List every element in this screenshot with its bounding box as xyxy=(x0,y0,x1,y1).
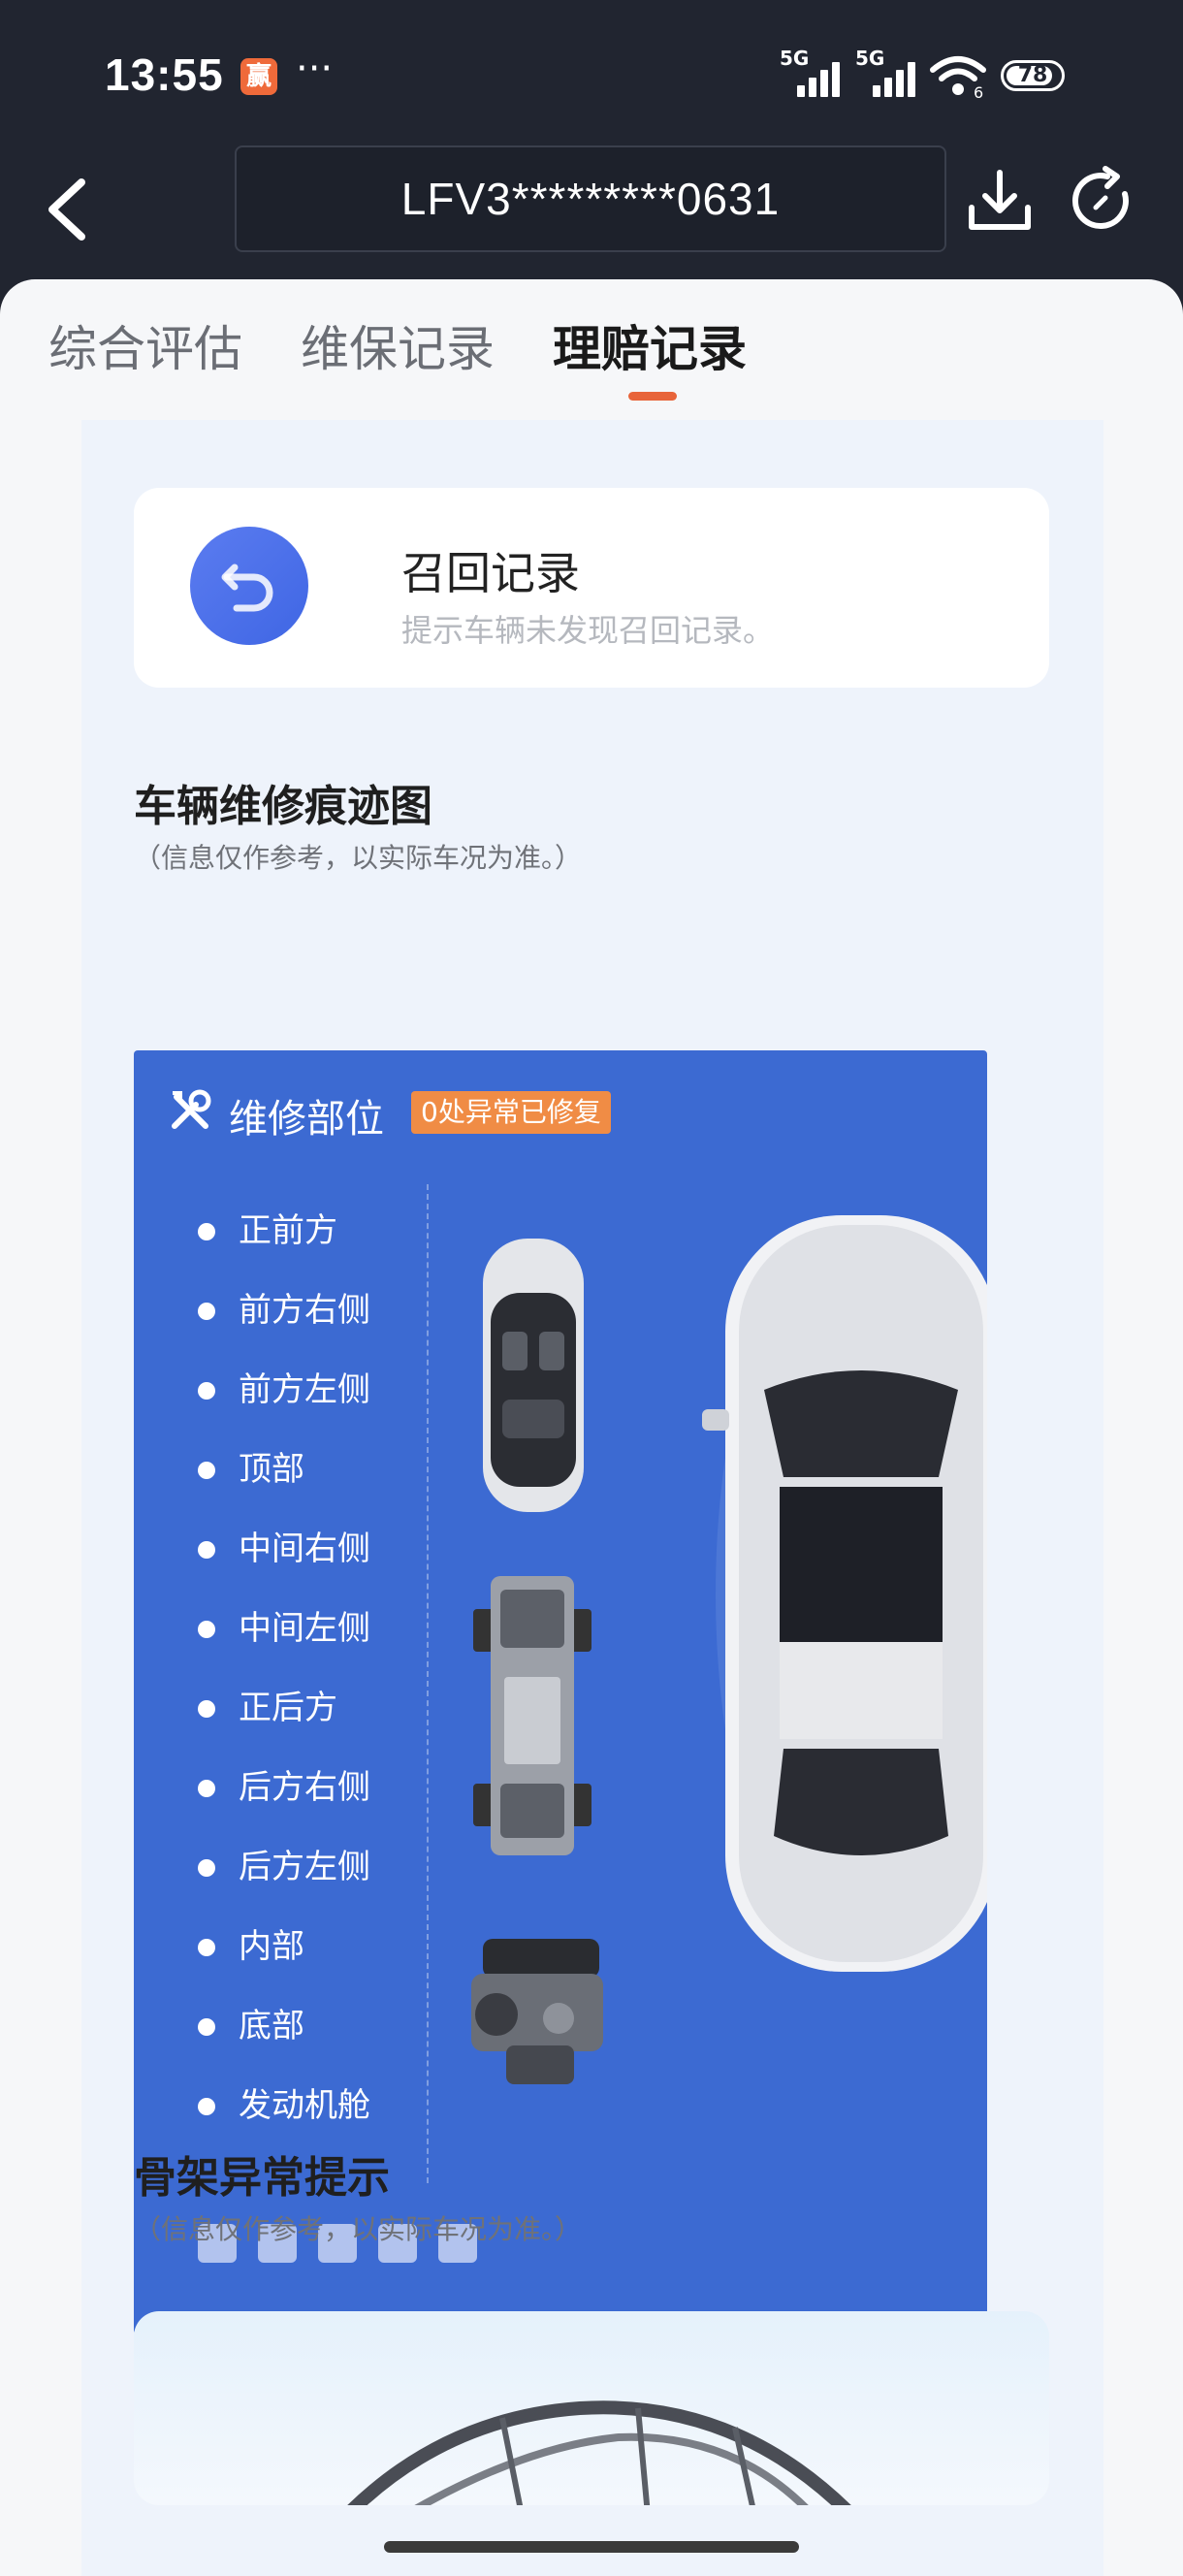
battery-icon: 78 xyxy=(1001,60,1065,91)
content-area: 召回记录 提示车辆未发现召回记录。 车辆维修痕迹图 （信息仅作参考，以实际车况为… xyxy=(81,420,1103,2576)
car-interior-thumbnail xyxy=(483,1239,584,1512)
repair-parts-title: 维修部位 xyxy=(229,1097,384,1142)
app-notification-icon: 赢 xyxy=(240,58,277,95)
vin-display: LFV3*********0631 xyxy=(235,145,946,252)
battery-level: 78 xyxy=(1017,63,1048,87)
status-time: 13:55 xyxy=(105,49,224,100)
recall-card[interactable]: 召回记录 提示车辆未发现召回记录。 xyxy=(134,488,1049,688)
wifi-icon: 6 xyxy=(930,56,986,99)
tab-overall-evaluation[interactable]: 综合评估 xyxy=(48,310,242,380)
recall-icon xyxy=(190,527,308,645)
vin-text: LFV3*********0631 xyxy=(400,174,781,224)
tab-bar: 综合评估 维保记录 理赔记录 xyxy=(0,279,1183,420)
wrench-tools-icon xyxy=(172,1089,211,1129)
download-icon[interactable] xyxy=(964,165,1036,237)
frame-note: （信息仅作参考，以实际车况为准。） xyxy=(134,2213,583,2245)
engine-thumbnail xyxy=(471,1939,603,2084)
repair-map-note: （信息仅作参考，以实际车况为准。） xyxy=(134,842,583,874)
home-indicator[interactable] xyxy=(384,2541,799,2553)
frame-diagram-image xyxy=(347,2400,851,2505)
recall-title: 召回记录 xyxy=(401,547,580,599)
report-sheet: 综合评估 维保记录 理赔记录 召回记录 提示车辆未发现召回记录。 车辆维修痕迹图… xyxy=(0,279,1183,2576)
active-tab-indicator xyxy=(628,392,677,401)
frame-title: 骨架异常提示 xyxy=(134,2153,390,2203)
refresh-icon[interactable] xyxy=(1067,165,1138,237)
chassis-thumbnail xyxy=(473,1576,592,1855)
repair-map-title: 车辆维修痕迹图 xyxy=(134,782,432,831)
repair-status-badge: 0处异常已修复 xyxy=(411,1091,611,1134)
status-bar: 13:55 赢 ··· 5G 5G 6 78 xyxy=(0,0,1183,145)
recall-subtitle: 提示车辆未发现召回记录。 xyxy=(401,612,775,649)
panel-divider xyxy=(427,1184,429,2183)
vehicle-top-view-image xyxy=(702,1215,987,1972)
more-notifications-icon: ··· xyxy=(296,47,334,91)
tab-maintenance-records[interactable]: 维保记录 xyxy=(301,310,495,380)
svg-text:6: 6 xyxy=(974,83,983,99)
tab-claim-records[interactable]: 理赔记录 xyxy=(553,310,747,380)
frame-diagram-card xyxy=(134,2311,1049,2505)
back-icon[interactable] xyxy=(43,173,97,246)
